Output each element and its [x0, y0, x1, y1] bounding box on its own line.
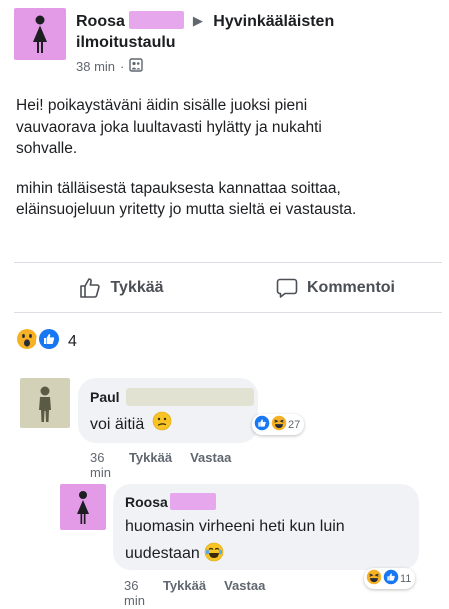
comment-author[interactable]: Paul: [90, 389, 120, 405]
tears-of-joy-emoji-icon: [204, 542, 224, 571]
comment-author[interactable]: Roosa: [125, 494, 168, 510]
laughing-emoji-icon: [271, 415, 287, 434]
comment-text: voi äitiä: [90, 416, 145, 433]
commenter-avatar[interactable]: [20, 378, 70, 428]
laughing-emoji-icon: [366, 569, 382, 588]
comment-text: huomasin virheeni heti kun luin uudestaa…: [125, 518, 345, 562]
post-author-name[interactable]: Roosa: [76, 13, 125, 30]
comment-like-link[interactable]: Tykkää: [163, 578, 206, 608]
comment-meta: 36 min Tykkää Vastaa: [90, 450, 231, 480]
actions-bottom-divider: [14, 312, 442, 313]
redacted-name-block: [169, 493, 216, 510]
comment-reply-link[interactable]: Vastaa: [190, 450, 231, 480]
redacted-name-block: [129, 11, 185, 29]
comment-button[interactable]: Kommentoi: [228, 266, 442, 310]
like-reaction-icon: [383, 569, 399, 588]
male-silhouette-icon: [39, 386, 51, 422]
like-reaction-icon: [254, 415, 270, 434]
author-avatar[interactable]: [14, 8, 66, 60]
redacted-name-block: [125, 388, 254, 406]
comment-button-label: Kommentoi: [307, 279, 395, 296]
post-author-line: Roosa ▶ Hyvinkääläisten ilmoitustaulu: [76, 10, 436, 53]
female-silhouette-icon: [33, 15, 47, 53]
comment-reaction-count: 27: [288, 418, 301, 431]
reaction-count: 4: [68, 332, 77, 350]
actions-top-divider: [14, 262, 442, 263]
reaction-emoji-stack: [14, 326, 62, 357]
comment-bubble-icon: [275, 276, 299, 300]
female-silhouette-icon: [77, 491, 89, 524]
post-paragraph-1: Hei! poikaystäväni äidin sisälle juoksi …: [16, 97, 322, 157]
post-header: Roosa ▶ Hyvinkääläisten ilmoitustaulu 38…: [14, 8, 444, 78]
comment-like-link[interactable]: Tykkää: [129, 450, 172, 480]
like-button-label: Tykkää: [110, 279, 164, 296]
comment-reaction-count: 11: [400, 572, 412, 585]
comment-meta: 36 min Tykkää Vastaa: [124, 578, 265, 608]
post-meta: 38 min ·: [76, 58, 144, 75]
comment-reply-link[interactable]: Vastaa: [224, 578, 265, 608]
group-privacy-icon: [129, 58, 144, 75]
comment-bubble: Paul voi äitiä: [78, 378, 258, 443]
thumbs-up-icon: [78, 276, 102, 300]
comment-text-wrap: huomasin virheeni heti kun luin uudestaa…: [125, 513, 415, 571]
like-reaction-icon: [36, 326, 62, 357]
group-name-line1[interactable]: Hyvinkääläisten: [213, 13, 334, 30]
comment-time[interactable]: 36 min: [124, 578, 145, 608]
post-time[interactable]: 38 min: [76, 59, 115, 74]
post-paragraph-2: mihin tälläisestä tapauksesta kannattaa …: [16, 179, 357, 219]
comment-bubble: Roosa huomasin virheeni heti kun luin uu…: [113, 484, 419, 570]
comment-reactions[interactable]: 27: [252, 414, 305, 435]
post-body: Hei! poikaystäväni äidin sisälle juoksi …: [16, 95, 436, 239]
group-name-line2[interactable]: ilmoitustaulu: [76, 34, 176, 51]
commenter-avatar[interactable]: [60, 484, 106, 530]
post-actions-bar: Tykkää Kommentoi: [14, 266, 442, 310]
meta-separator: ·: [120, 59, 125, 74]
comment-reactions[interactable]: 11: [364, 568, 416, 589]
comment-time[interactable]: 36 min: [90, 450, 111, 480]
like-button[interactable]: Tykkää: [14, 266, 228, 310]
reaction-summary[interactable]: 4: [14, 326, 77, 357]
confused-emoji-icon: [152, 411, 172, 439]
play-arrow-icon: ▶: [192, 13, 203, 28]
